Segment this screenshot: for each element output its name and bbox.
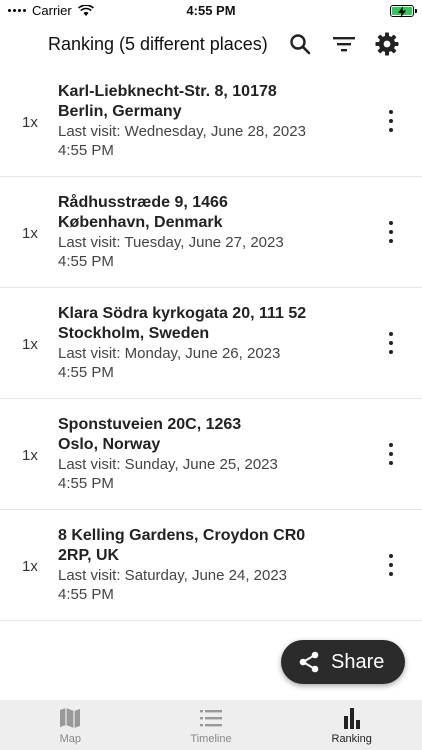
- place-address: Karl-Liebknecht-Str. 8, 10178 Berlin, Ge…: [58, 82, 358, 122]
- address-line-2: Stockholm, Sweden: [58, 325, 210, 342]
- visit-count: 1x: [22, 558, 38, 575]
- visit-count: 1x: [22, 114, 38, 131]
- share-button[interactable]: Share: [281, 640, 405, 684]
- gear-icon: [375, 32, 399, 56]
- address-line-1: Sponstuveien 20C, 1263: [58, 416, 242, 433]
- more-options-button[interactable]: [386, 221, 396, 243]
- tab-ranking[interactable]: Ranking: [281, 700, 422, 750]
- address-line-1: Karl-Liebknecht-Str. 8, 10178: [58, 83, 277, 100]
- filter-icon: [333, 37, 355, 52]
- bottom-tab-bar: Map Timeline Ranking: [0, 700, 422, 750]
- more-vertical-icon: [389, 221, 393, 225]
- address-line-1: Rådhusstræde 9, 1466: [58, 194, 228, 211]
- last-visit: Last visit: Saturday, June 24, 2023 4:55…: [58, 566, 358, 604]
- tab-map[interactable]: Map: [0, 700, 141, 750]
- app-header: Ranking (5 different places): [0, 24, 422, 64]
- last-visit-time: 4:55 PM: [58, 586, 114, 603]
- address-line-1: 8 Kelling Gardens, Croydon CR0: [58, 527, 306, 544]
- filter-button[interactable]: [331, 31, 357, 57]
- search-button[interactable]: [287, 31, 313, 57]
- more-options-button[interactable]: [386, 110, 396, 132]
- page-title: Ranking (5 different places): [48, 34, 268, 54]
- place-address: Rådhusstræde 9, 1466 København, Denmark: [58, 193, 358, 233]
- address-line-2: 2RP, UK: [58, 547, 120, 564]
- place-address: Sponstuveien 20C, 1263 Oslo, Norway: [58, 415, 358, 455]
- address-line-1: Klara Södra kyrkogata 20, 111 52: [58, 305, 307, 322]
- last-visit-date: Last visit: Sunday, June 25, 2023: [58, 456, 278, 473]
- places-list: 1x Karl-Liebknecht-Str. 8, 10178 Berlin,…: [0, 66, 422, 621]
- more-options-button[interactable]: [386, 332, 396, 354]
- last-visit-date: Last visit: Saturday, June 24, 2023: [58, 567, 288, 584]
- visit-count: 1x: [22, 336, 38, 353]
- tab-map-label: Map: [59, 733, 82, 745]
- list-icon: [200, 710, 222, 727]
- more-vertical-icon: [389, 554, 393, 558]
- tab-ranking-label: Ranking: [331, 733, 372, 745]
- clock: 4:55 PM: [186, 3, 236, 18]
- search-icon: [290, 34, 311, 55]
- last-visit: Last visit: Sunday, June 25, 2023 4:55 P…: [58, 455, 358, 493]
- place-address: 8 Kelling Gardens, Croydon CR0 2RP, UK: [58, 526, 358, 566]
- last-visit: Last visit: Monday, June 26, 2023 4:55 P…: [58, 344, 358, 382]
- list-item[interactable]: 1x Karl-Liebknecht-Str. 8, 10178 Berlin,…: [0, 66, 422, 177]
- battery-icon: [390, 5, 417, 18]
- last-visit-time: 4:55 PM: [58, 253, 114, 270]
- last-visit-time: 4:55 PM: [58, 475, 114, 492]
- more-options-button[interactable]: [386, 554, 396, 576]
- last-visit-date: Last visit: Monday, June 26, 2023: [58, 345, 281, 362]
- list-item[interactable]: 1x 8 Kelling Gardens, Croydon CR0 2RP, U…: [0, 510, 422, 621]
- last-visit-time: 4:55 PM: [58, 364, 114, 381]
- more-vertical-icon: [389, 443, 393, 447]
- map-icon: [60, 708, 81, 728]
- address-line-2: Berlin, Germany: [58, 103, 182, 120]
- more-vertical-icon: [389, 332, 393, 336]
- settings-button[interactable]: [374, 31, 400, 57]
- charging-bolt-icon: [398, 6, 406, 18]
- status-bar: Carrier 4:55 PM: [0, 0, 422, 24]
- list-item[interactable]: 1x Klara Södra kyrkogata 20, 111 52 Stoc…: [0, 288, 422, 399]
- tab-timeline[interactable]: Timeline: [141, 700, 282, 750]
- tab-timeline-label: Timeline: [190, 733, 232, 745]
- last-visit-time: 4:55 PM: [58, 142, 114, 159]
- last-visit-date: Last visit: Tuesday, June 27, 2023: [58, 234, 284, 251]
- more-vertical-icon: [389, 110, 393, 114]
- share-label: Share: [331, 650, 385, 673]
- visit-count: 1x: [22, 447, 38, 464]
- list-item[interactable]: 1x Rådhusstræde 9, 1466 København, Denma…: [0, 177, 422, 288]
- address-line-2: Oslo, Norway: [58, 436, 161, 453]
- visit-count: 1x: [22, 225, 38, 242]
- more-options-button[interactable]: [386, 443, 396, 465]
- list-item[interactable]: 1x Sponstuveien 20C, 1263 Oslo, Norway L…: [0, 399, 422, 510]
- last-visit: Last visit: Tuesday, June 27, 2023 4:55 …: [58, 233, 358, 271]
- last-visit: Last visit: Wednesday, June 28, 2023 4:5…: [58, 122, 358, 160]
- bar-chart-icon: [343, 708, 360, 729]
- last-visit-date: Last visit: Wednesday, June 28, 2023: [58, 123, 306, 140]
- share-icon: [299, 651, 319, 673]
- address-line-2: København, Denmark: [58, 214, 223, 231]
- place-address: Klara Södra kyrkogata 20, 111 52 Stockho…: [58, 304, 358, 344]
